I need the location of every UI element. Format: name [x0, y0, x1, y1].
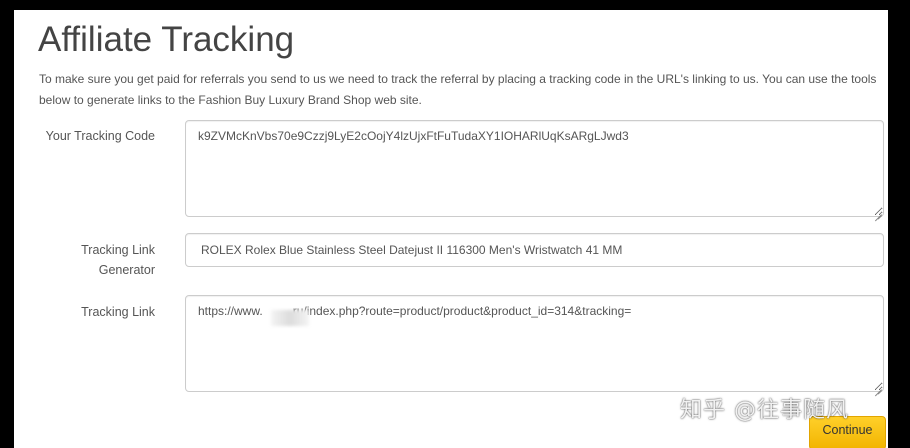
page-content: Affiliate Tracking To make sure you get …	[14, 10, 888, 448]
link-generator-label-line1: Tracking Link	[81, 243, 155, 257]
redaction-blur	[271, 310, 309, 326]
tracking-link-label: Tracking Link	[81, 305, 155, 319]
intro-text: To make sure you get paid for referrals …	[39, 72, 877, 107]
link-generator-label: Tracking Link Generator	[15, 240, 155, 280]
page-title: Affiliate Tracking	[38, 20, 295, 59]
watermark-text: 知乎 @往事随风	[680, 398, 849, 423]
link-generator-label-line2: Generator	[98, 263, 155, 277]
link-generator-input[interactable]	[185, 233, 884, 267]
tracking-code-label: Your Tracking Code	[45, 129, 155, 143]
tracking-code-field[interactable]: k9ZVMcKnVbs70e9Czzj9LyE2cOojY4lzUjxFtFuT…	[185, 120, 884, 217]
